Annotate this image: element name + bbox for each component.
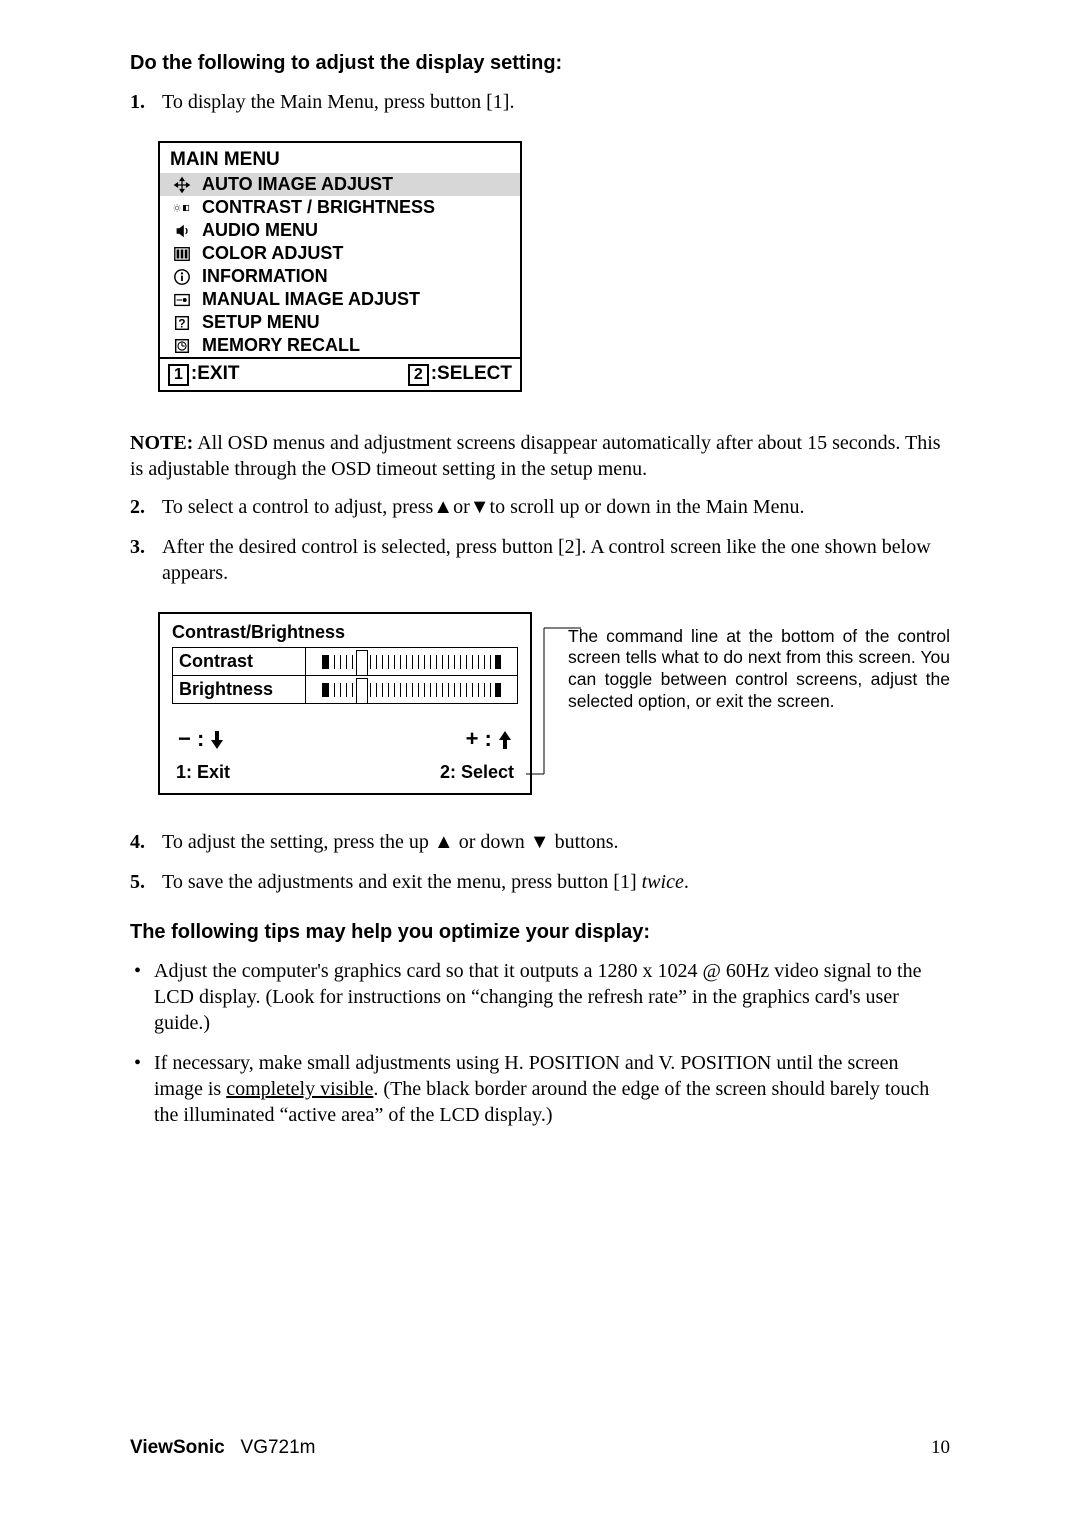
menu-item-setup-menu[interactable]: ? SETUP MENU xyxy=(160,311,520,334)
step5-post: . xyxy=(684,871,689,893)
key-1: 1 xyxy=(168,364,189,386)
step2-text: To select a control to adjust, press▲or▼… xyxy=(162,494,950,520)
select-label: :SELECT xyxy=(431,363,512,384)
menu-item-auto-image-adjust[interactable]: AUTO IMAGE ADJUST xyxy=(160,173,520,196)
cb-panel-title: Contrast/Brightness xyxy=(160,614,530,647)
menu-item-label: CONTRAST / BRIGHTNESS xyxy=(202,197,435,218)
cb-contrast-slider[interactable] xyxy=(306,648,518,676)
cb-contrast-label: Contrast xyxy=(173,648,306,676)
tip2-underline: completely visible xyxy=(226,1078,373,1100)
key-2: 2 xyxy=(408,364,429,386)
bullet-icon: • xyxy=(134,958,154,1036)
bullet-icon: • xyxy=(134,1050,154,1128)
cb-increase-hint: + : xyxy=(466,726,512,752)
cb-footer-exit[interactable]: 1: Exit xyxy=(176,762,230,783)
note-paragraph: NOTE: All OSD menus and adjustment scree… xyxy=(130,430,950,482)
step5-pre: To save the adjustments and exit the men… xyxy=(162,871,642,893)
footer-model: VG721m xyxy=(241,1437,316,1458)
menu-item-color-adjust[interactable]: COLOR ADJUST xyxy=(160,242,520,265)
tip2-text: If necessary, make small adjustments usi… xyxy=(154,1050,950,1128)
menu-item-memory-recall[interactable]: MEMORY RECALL xyxy=(160,334,520,357)
cb-brightness-slider[interactable] xyxy=(306,676,518,704)
menu-item-audio-menu[interactable]: AUDIO MENU xyxy=(160,219,520,242)
step5-num: 5. xyxy=(130,869,162,895)
callout-leader-line xyxy=(526,626,586,776)
footer-left: ViewSonic VG721m xyxy=(130,1437,316,1459)
cb-brightness-label: Brightness xyxy=(173,676,306,704)
note-text: All OSD menus and adjustment screens dis… xyxy=(130,432,941,480)
exit-label: :EXIT xyxy=(191,363,240,384)
step5-text: To save the adjustments and exit the men… xyxy=(162,869,950,895)
menu-item-manual-image-adjust[interactable]: MANUAL IMAGE ADJUST xyxy=(160,288,520,311)
step4-num: 4. xyxy=(130,829,162,855)
menu-item-label: COLOR ADJUST xyxy=(202,243,343,264)
contrast-brightness-panel: Contrast/Brightness Contrast Brightness … xyxy=(158,612,532,795)
info-circle-icon xyxy=(170,268,194,286)
footer-pagenum: 10 xyxy=(931,1437,950,1459)
cb-caption-text: The command line at the bottom of the co… xyxy=(568,626,950,714)
step5-em: twice xyxy=(642,871,684,893)
menu-item-label: AUTO IMAGE ADJUST xyxy=(202,174,393,195)
section-heading-2: The following tips may help you optimize… xyxy=(130,921,950,944)
step2-num: 2. xyxy=(130,494,162,520)
adjust-screen-icon xyxy=(170,291,194,309)
menu-item-label: SETUP MENU xyxy=(202,312,320,333)
recall-clock-icon xyxy=(170,337,194,355)
step3-num: 3. xyxy=(130,534,162,586)
color-bars-icon xyxy=(170,245,194,263)
question-box-icon: ? xyxy=(170,314,194,332)
step3-text: After the desired control is selected, p… xyxy=(162,534,950,586)
step1-text: To display the Main Menu, press button [… xyxy=(162,89,950,115)
step4-text: To adjust the setting, press the up ▲ or… xyxy=(162,829,950,855)
menu-item-label: INFORMATION xyxy=(202,266,328,287)
section-heading-1: Do the following to adjust the display s… xyxy=(130,52,950,75)
main-menu-exit[interactable]: 1:EXIT xyxy=(168,363,239,386)
main-menu-select[interactable]: 2:SELECT xyxy=(408,363,512,386)
menu-item-label: MEMORY RECALL xyxy=(202,335,360,356)
speaker-audio-icon xyxy=(170,222,194,240)
cb-decrease-hint: − : xyxy=(178,726,224,752)
sun-contrast-icon xyxy=(170,199,194,217)
menu-item-label: MANUAL IMAGE ADJUST xyxy=(202,289,420,310)
menu-item-contrast-brightness[interactable]: CONTRAST / BRIGHTNESS xyxy=(160,196,520,219)
note-label: NOTE: xyxy=(130,432,193,454)
step1-num: 1. xyxy=(130,89,162,115)
main-menu-title: MAIN MENU xyxy=(160,143,520,173)
cb-footer-select[interactable]: 2: Select xyxy=(440,762,514,783)
menu-item-information[interactable]: INFORMATION xyxy=(160,265,520,288)
move-crosshair-icon xyxy=(170,176,194,194)
main-menu-panel: MAIN MENU AUTO IMAGE ADJUST CONTRAST / B… xyxy=(158,141,522,392)
svg-text:?: ? xyxy=(178,317,185,330)
menu-item-label: AUDIO MENU xyxy=(202,220,318,241)
footer-brand: ViewSonic xyxy=(130,1437,225,1458)
tip1-text: Adjust the computer's graphics card so t… xyxy=(154,958,950,1036)
